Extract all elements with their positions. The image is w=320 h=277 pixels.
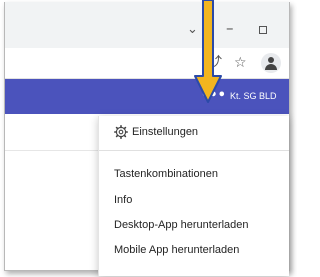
settings-dropdown-menu: Einstellungen Tastenkombinationen Info D… [98, 116, 289, 276]
avatar-head [268, 57, 274, 63]
menu-item-label: Info [114, 194, 133, 206]
maximize-button[interactable] [259, 26, 267, 34]
app-header: ••• Kt. SG BLD [5, 79, 289, 114]
menu-item-label: Tastenkombinationen [114, 168, 218, 180]
menu-item-label: Desktop-App herunterladen [114, 219, 249, 231]
avatar-body [265, 64, 277, 70]
gear-icon [114, 125, 128, 139]
screenshot-page: ⌄ – ⤴ ☆ ••• Kt. SG BLD Einstellungen Tas… [0, 0, 297, 277]
minimize-button[interactable]: – [226, 21, 234, 36]
menu-item-keyboard-shortcuts[interactable]: Tastenkombinationen [99, 163, 289, 185]
star-icon[interactable]: ☆ [234, 55, 247, 71]
organization-name[interactable]: Kt. SG BLD [230, 90, 277, 102]
browser-toolbar: ⤴ ☆ [5, 48, 289, 79]
menu-item-label: Mobile App herunterladen [114, 244, 240, 256]
down-arrow-annotation [194, 0, 222, 103]
menu-item-mobile-app[interactable]: Mobile App herunterladen [99, 239, 289, 261]
background-divider [5, 150, 101, 151]
browser-titlebar: ⌄ – [5, 2, 289, 48]
menu-item-settings-label: Einstellungen [132, 126, 199, 138]
menu-item-info[interactable]: Info [99, 189, 289, 211]
menu-item-desktop-app[interactable]: Desktop-App herunterladen [99, 214, 289, 236]
menu-item-settings[interactable]: Einstellungen [99, 121, 289, 143]
menu-divider [99, 150, 289, 151]
profile-avatar-icon[interactable] [261, 53, 281, 73]
